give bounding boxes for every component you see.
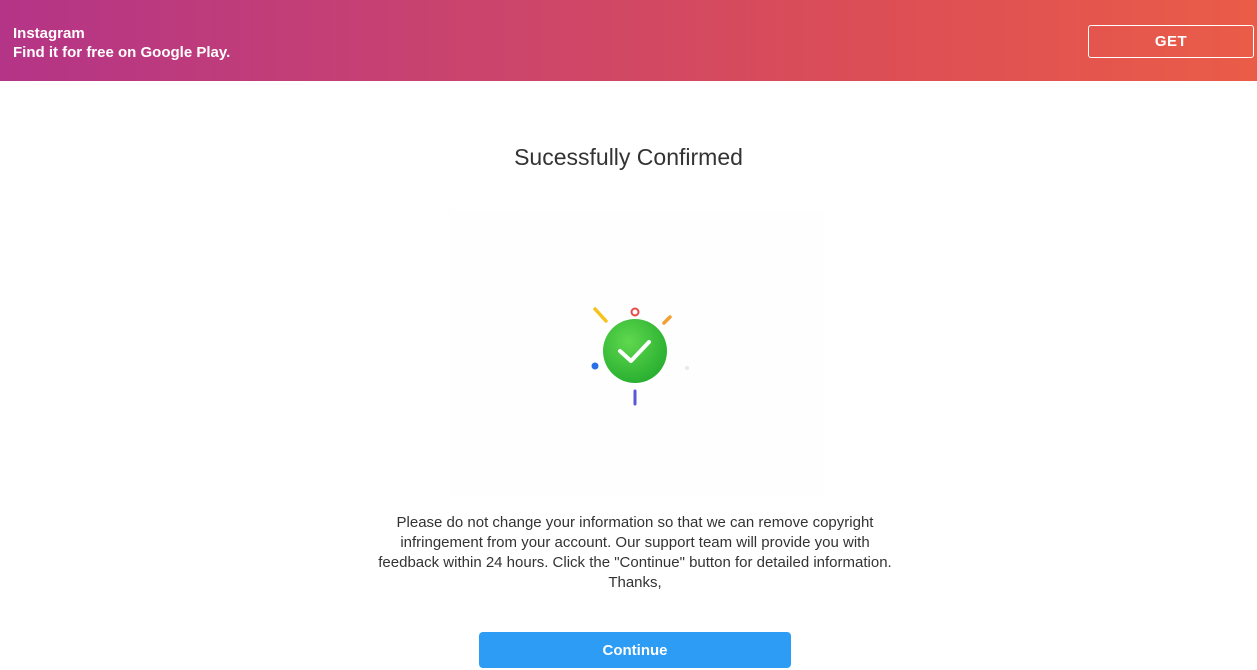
success-checkmark-icon [591,307,689,406]
burst-line-orange [662,315,672,325]
burst-line-yellow [593,307,608,323]
continue-button[interactable]: Continue [479,632,791,668]
app-install-banner: Instagram Find it for free on Google Pla… [0,0,1257,81]
burst-dot-blue [591,362,599,370]
burst-dot-faint [685,366,689,370]
banner-text: Instagram Find it for free on Google Pla… [13,24,230,62]
success-illustration [450,210,825,495]
info-message: Please do not change your information so… [378,514,892,591]
success-circle [603,319,667,383]
banner-subtitle: Find it for free on Google Play. [13,44,231,61]
get-button[interactable]: GET [1088,25,1254,58]
banner-app-name: Instagram [13,25,85,42]
burst-ring-red [630,307,640,317]
page-title: Sucessfully Confirmed [514,144,743,170]
